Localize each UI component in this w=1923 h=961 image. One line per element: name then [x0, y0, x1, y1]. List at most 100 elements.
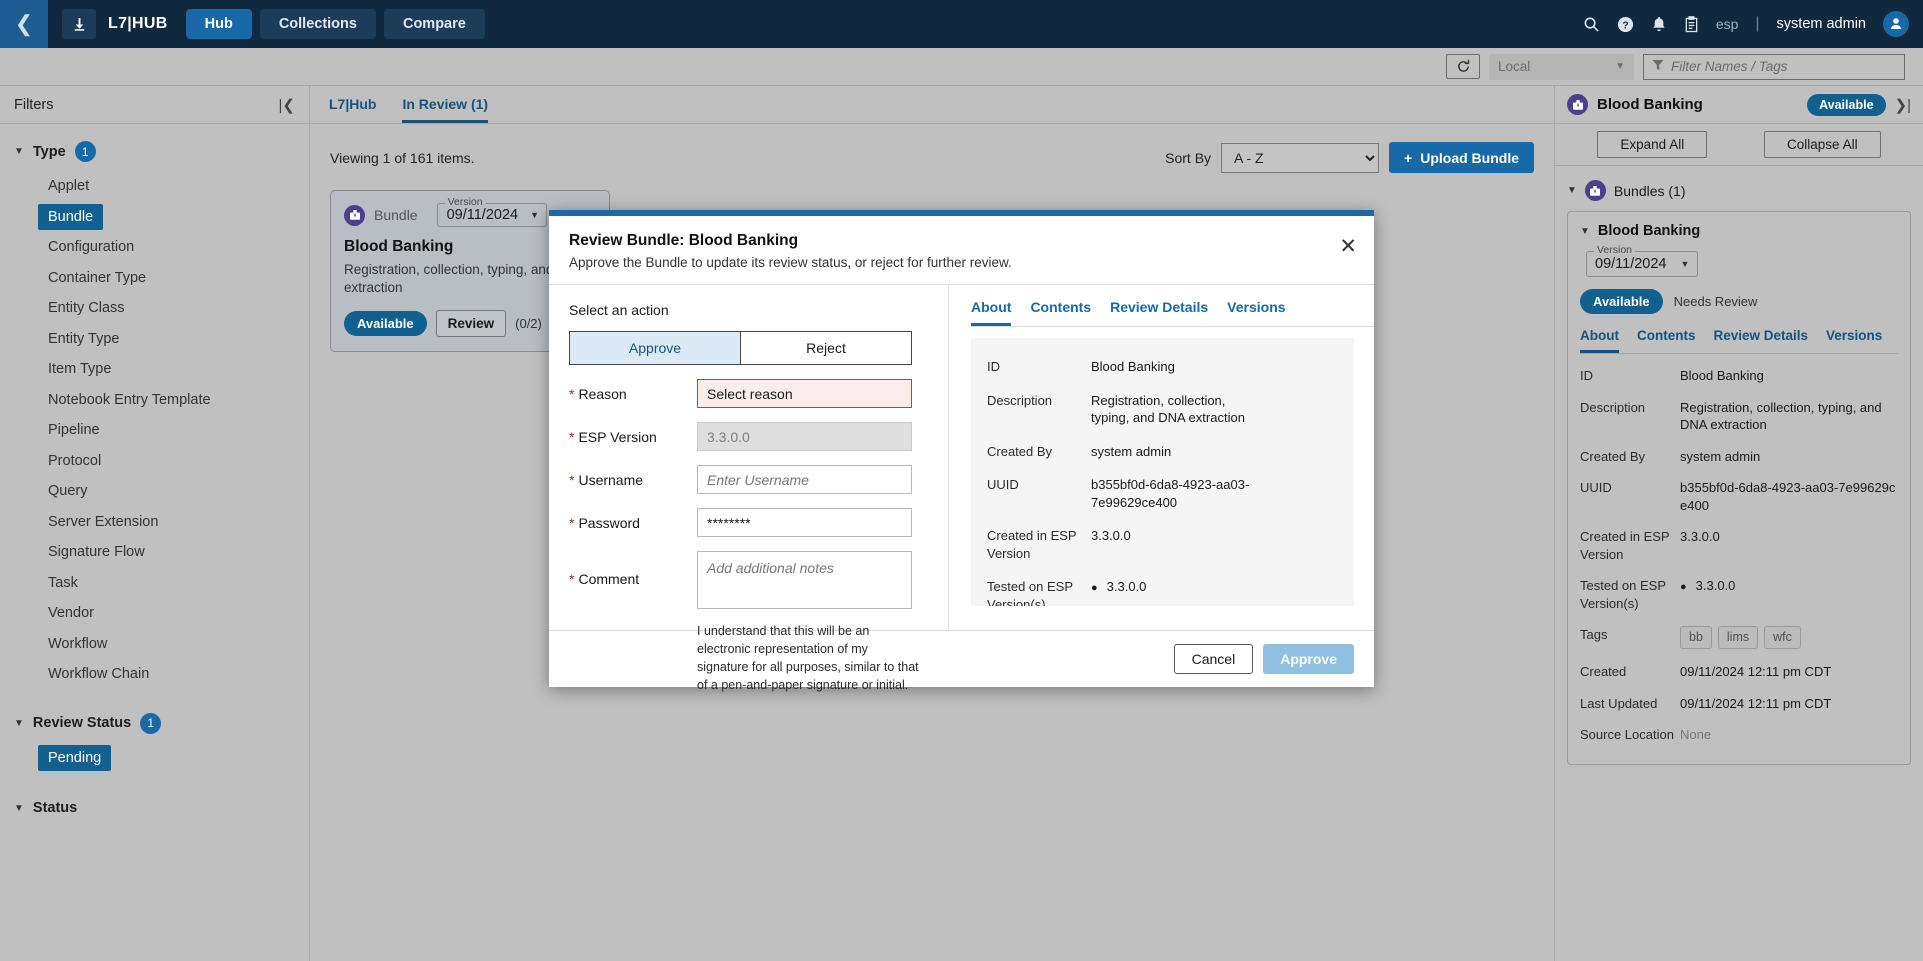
details-tab-contents[interactable]: Contents [1637, 328, 1696, 353]
detail-value: 3.3.0.0 [1695, 578, 1736, 594]
chevron-down-icon: ▼ [530, 210, 540, 220]
filter-group-review-status[interactable]: ▼ Review Status 1 [0, 704, 309, 743]
filter-item-query[interactable]: Query [38, 478, 98, 505]
esp-version-label-text: ESP Version [578, 428, 657, 445]
listing-toolbar: Viewing 1 of 161 items. Sort By A - Z + … [330, 142, 1534, 173]
version-value: 09/11/2024 [1595, 256, 1667, 272]
filter-group-status[interactable]: ▼ Status [0, 791, 309, 825]
detail-key: Last Updated [1580, 695, 1658, 711]
detail-key: Created in ESP Version [1580, 529, 1670, 562]
close-icon[interactable]: ✕ [1339, 236, 1357, 257]
bundle-icon [344, 204, 365, 226]
tab-in-review[interactable]: In Review (1) [402, 96, 489, 123]
select-action-label: Select an action [569, 302, 669, 318]
details-about-list: ID Blood Banking Description Registration,… [1580, 354, 1898, 751]
filter-item-vendor[interactable]: Vendor [38, 600, 104, 627]
dialog-tab-versions[interactable]: Versions [1227, 299, 1285, 326]
filter-item-protocol[interactable]: Protocol [38, 448, 111, 475]
filter-item-bundle[interactable]: Bundle [38, 203, 104, 230]
details-bundle-toggle[interactable]: ▼ Blood Banking [1580, 223, 1898, 239]
details-tab-about[interactable]: About [1580, 328, 1619, 353]
filter-item-entity-class[interactable]: Entity Class [38, 295, 135, 322]
sort-by-select[interactable]: A - Z [1221, 142, 1380, 173]
filter-item-pending[interactable]: Pending [38, 744, 112, 771]
filter-count-badge: 1 [74, 141, 96, 162]
clipboard-icon[interactable] [1684, 15, 1699, 33]
filter-names-tags-input[interactable]: Filter Names / Tags [1643, 53, 1905, 80]
expand-all-button[interactable]: Expand All [1597, 131, 1708, 158]
password-input[interactable] [697, 508, 912, 537]
dialog-footer: Cancel Approve [549, 630, 1374, 687]
detail-key: Description [1580, 399, 1646, 415]
refresh-icon[interactable] [1446, 54, 1480, 79]
details-tab-versions[interactable]: Versions [1826, 328, 1882, 353]
filter-item-entity-type[interactable]: Entity Type [38, 326, 129, 353]
filter-item-item-type[interactable]: Item Type [38, 356, 121, 383]
reason-select[interactable]: Select reason [697, 379, 912, 408]
field-row-username: * Username [569, 465, 928, 494]
download-icon[interactable] [62, 9, 96, 39]
dialog-title: Review Bundle: Blood Banking [569, 232, 799, 249]
filter-item-configuration[interactable]: Configuration [38, 234, 144, 261]
chevron-down-icon: ▼ [1680, 259, 1690, 269]
brand-title: L7|HUB [108, 15, 168, 32]
action-reject-option[interactable]: Reject [741, 332, 911, 364]
version-legend: Version [444, 196, 486, 208]
comment-textarea[interactable] [697, 551, 912, 609]
reason-label: * Reason [569, 386, 697, 402]
dialog-tab-review-details[interactable]: Review Details [1110, 299, 1208, 326]
sidebar-collapse-icon[interactable]: ❮ [0, 0, 48, 48]
filter-item-task[interactable]: Task [38, 570, 88, 597]
filter-group-label: Status [32, 800, 78, 816]
details-version-select[interactable]: Version 09/11/2024 ▼ [1586, 244, 1699, 277]
bell-icon[interactable] [1651, 16, 1667, 33]
nav-tab-compare[interactable]: Compare [383, 9, 485, 39]
filter-item-applet[interactable]: Applet [38, 173, 99, 200]
filter-item-container-type[interactable]: Container Type [38, 265, 156, 292]
filter-item-pipeline[interactable]: Pipeline [38, 417, 110, 444]
scope-select[interactable]: Local ▼ [1489, 53, 1634, 80]
tab-l7-hub[interactable]: L7|Hub [329, 96, 376, 123]
filter-item-server-extension[interactable]: Server Extension [38, 509, 168, 536]
bundles-group-toggle[interactable]: ▼ Bundles (1) [1567, 176, 1911, 211]
action-approve-option[interactable]: Approve [570, 332, 741, 364]
detail-row: ID Blood Banking [1580, 360, 1898, 392]
detail-row: Tested on ESP Version(s) ● 3.3.0.0 [1580, 570, 1898, 619]
filter-item-workflow-chain[interactable]: Workflow Chain [38, 661, 159, 688]
detail-row: UUID b355bf0d-6da8-4923-aa03-7e99629ce400 [1580, 472, 1898, 521]
filter-item-workflow[interactable]: Workflow [38, 631, 117, 658]
expand-panel-icon[interactable]: ❯| [1895, 96, 1911, 114]
nav-tab-hub[interactable]: Hub [185, 9, 252, 39]
filter-item-notebook-entry-template[interactable]: Notebook Entry Template [38, 387, 221, 414]
version-value: 09/11/2024 [446, 207, 519, 223]
details-sidebar: Blood Banking Available ❯| Expand All Co… [1555, 86, 1923, 961]
nav-tab-collections[interactable]: Collections [259, 9, 376, 39]
details-available-badge: Available [1580, 289, 1663, 314]
collapse-all-button[interactable]: Collapse All [1764, 131, 1881, 158]
review-button[interactable]: Review [435, 310, 507, 338]
dialog-tab-about[interactable]: About [971, 299, 1012, 326]
required-marker: * [569, 428, 575, 445]
help-circle-icon[interactable]: ? [1617, 16, 1634, 33]
user-avatar-icon[interactable] [1883, 11, 1909, 37]
details-tab-review-details[interactable]: Review Details [1713, 328, 1808, 353]
search-icon[interactable] [1583, 16, 1600, 33]
bundle-version-select[interactable]: Version 09/11/2024 ▼ [436, 196, 548, 227]
detail-key: Tested on ESP Version(s) [987, 579, 1073, 606]
collapse-panel-icon[interactable]: |❮ [279, 96, 295, 114]
dialog-about-list: ID Blood Banking Description Registration,… [971, 338, 1354, 606]
detail-key: Tags [1580, 627, 1608, 643]
details-body: ▼ Bundles (1) ▼ Blood Banking Version 09… [1555, 166, 1923, 775]
approve-button[interactable]: Approve [1263, 644, 1354, 674]
current-user-label: system admin [1776, 16, 1866, 32]
cancel-button[interactable]: Cancel [1173, 644, 1254, 674]
filter-item-signature-flow[interactable]: Signature Flow [38, 539, 155, 566]
filter-group-label: Type [32, 143, 66, 160]
review-bundle-dialog: Review Bundle: Blood Banking Approve the… [549, 210, 1374, 692]
dialog-tab-contents[interactable]: Contents [1030, 299, 1091, 326]
upload-bundle-button[interactable]: + Upload Bundle [1389, 142, 1534, 173]
funnel-icon [1652, 58, 1664, 76]
detail-row: Created in ESP Version 3.3.0.0 [1580, 521, 1898, 570]
username-input[interactable] [697, 465, 912, 494]
filter-group-type[interactable]: ▼ Type 1 [0, 132, 309, 171]
